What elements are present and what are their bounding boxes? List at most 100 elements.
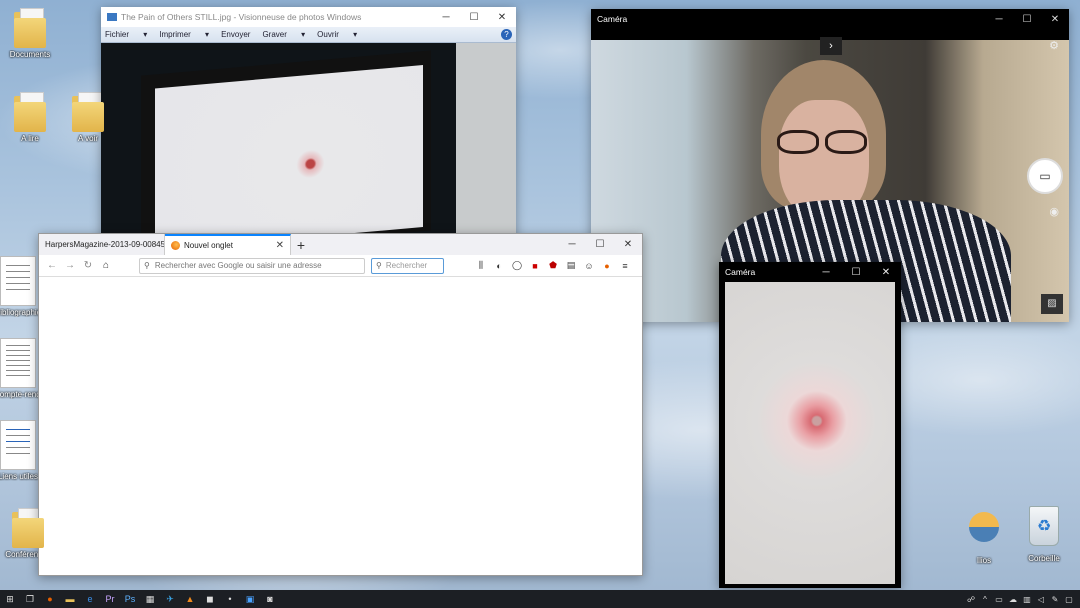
tracker-blocker-icon[interactable]: ◯ (508, 260, 526, 271)
firefox-account-icon[interactable]: ● (598, 261, 616, 271)
gallery-icon[interactable]: ▨ (1041, 294, 1063, 314)
people-icon[interactable]: ☍ (964, 595, 978, 604)
desktop-icon-liens-utiles[interactable]: Liens utiles (0, 420, 42, 481)
taskbar-photoshop-icon[interactable]: Ps (120, 590, 140, 608)
minimize-icon[interactable]: ─ (558, 234, 586, 255)
photo-viewer-window[interactable]: The Pain of Others STILL.jpg - Visionneu… (101, 7, 516, 242)
account-icon[interactable]: ☺ (580, 261, 598, 271)
search-input[interactable]: ⚲ Rechercher (371, 257, 444, 274)
desktop-icon-label: Documents (9, 50, 51, 59)
photo-viewer-titlebar[interactable]: The Pain of Others STILL.jpg - Visionneu… (101, 7, 516, 27)
tab-harpers[interactable]: HarpersMagazine-2013-09-008456 ✕ (39, 234, 165, 255)
menu-fichier[interactable]: Fichier ▾ (105, 30, 147, 39)
settings-gear-icon[interactable]: ⚙ (1049, 39, 1059, 52)
minimize-icon[interactable]: ─ (811, 262, 841, 282)
folder-icon (14, 8, 46, 48)
taskbar-vlc-icon[interactable]: ▲ (180, 590, 200, 608)
tray-volume-icon[interactable]: ◁ (1034, 595, 1048, 604)
close-icon[interactable]: ✕ (488, 7, 516, 27)
home-icon[interactable]: ⌂ (97, 260, 115, 271)
tray-pen-icon[interactable]: ✎ (1048, 595, 1062, 604)
notification-icon[interactable]: ▢ (1062, 595, 1076, 604)
desktop-icon-corbeille[interactable]: ♻ Corbeille (1016, 506, 1072, 563)
close-icon[interactable]: ✕ (614, 234, 642, 255)
browser-window[interactable]: HarpersMagazine-2013-09-008456 ✕ Nouvel … (38, 233, 643, 576)
camera-main-titlebar[interactable]: Caméra ─ ☐ ✕ (591, 9, 1069, 29)
maximize-icon[interactable]: ☐ (586, 234, 614, 255)
maximize-icon[interactable]: ☐ (1013, 9, 1041, 29)
app-shortcut-icon (969, 512, 999, 542)
maximize-icon[interactable]: ☐ (460, 7, 488, 27)
chevron-right-icon[interactable]: › (820, 37, 842, 55)
taskbar-photos-icon[interactable]: ▣ (240, 590, 260, 608)
desktop-icon-label: Bibliographie (0, 308, 42, 317)
desktop-icon-documents[interactable]: Documents (2, 8, 58, 59)
desktop-icon-label: A lire (21, 134, 39, 143)
tray-onedrive-icon[interactable]: ☁ (1006, 595, 1020, 604)
tab-label: HarpersMagazine-2013-09-008456 (45, 240, 165, 249)
tab-new[interactable]: Nouvel onglet ✕ (165, 234, 291, 255)
taskbar-premiere-icon[interactable]: Pr (100, 590, 120, 608)
start-windows-icon[interactable]: ⊞ (0, 590, 20, 608)
desktop-icon-label: Liens utiles (0, 472, 39, 481)
minimize-icon[interactable]: ─ (985, 9, 1013, 29)
taskbar-app-icon[interactable]: ◼ (200, 590, 220, 608)
close-icon[interactable]: ✕ (276, 240, 284, 251)
taskbar-edge-icon[interactable]: e (80, 590, 100, 608)
folder-icon (14, 92, 46, 132)
close-icon[interactable]: ✕ (1041, 9, 1069, 29)
maximize-icon[interactable]: ☐ (841, 262, 871, 282)
forward-arrow-icon[interactable]: → (61, 260, 79, 271)
photo-monitor (141, 50, 431, 242)
photo-viewer-title: The Pain of Others STILL.jpg - Visionneu… (121, 12, 362, 22)
menu-hamburger-icon[interactable]: ≡ (616, 261, 634, 271)
desktop-icon-label: Compte-rendu réunion 15 oct (0, 390, 42, 399)
tray-chevron-up-icon[interactable]: ^ (978, 595, 992, 604)
taskbar-firefox-icon[interactable]: ● (40, 590, 60, 608)
desktop-icon-bibliographie[interactable]: Bibliographie (0, 256, 42, 317)
desktop-icon-ilios[interactable]: Ilios (956, 512, 1012, 565)
minimize-icon[interactable]: ─ (432, 7, 460, 27)
video-camera-icon: ▭ (1039, 169, 1051, 183)
reload-icon[interactable]: ↻ (79, 260, 97, 271)
firefox-icon (171, 241, 180, 250)
ublock-icon[interactable]: ⬟ (544, 260, 562, 271)
taskbar-telegram-icon[interactable]: ✈ (160, 590, 180, 608)
menu-envoyer[interactable]: Envoyer (221, 30, 250, 39)
video-capture-button[interactable]: ▭ (1027, 158, 1063, 194)
url-bar[interactable]: ⚲ Rechercher avec Google ou saisir une a… (139, 257, 365, 274)
document-thumbnail-icon (0, 256, 36, 306)
new-tab-button[interactable]: + (291, 234, 311, 255)
help-icon[interactable]: ? (501, 29, 512, 40)
taskbar-camera-icon[interactable]: ◙ (260, 590, 280, 608)
extension-icon[interactable]: ◐ (490, 261, 508, 271)
task-view-icon[interactable]: ❐ (20, 590, 40, 608)
taskbar-film-icon[interactable]: ▦ (140, 590, 160, 608)
back-arrow-icon[interactable]: ← (43, 260, 61, 271)
library-icon[interactable]: ⫼ (472, 260, 490, 271)
menu-ouvrir[interactable]: Ouvrir ▾ (317, 30, 357, 39)
taskbar-explorer-icon[interactable]: ▬ (60, 590, 80, 608)
photo-mode-icon[interactable]: ◉ (1049, 205, 1059, 218)
adblock-icon[interactable]: ■ (526, 261, 544, 271)
reader-view-icon[interactable]: ▤ (562, 260, 580, 271)
desktop-icon-label: Corbeille (1028, 554, 1060, 563)
menu-imprimer[interactable]: Imprimer ▾ (159, 30, 209, 39)
close-icon[interactable]: ✕ (871, 262, 901, 282)
camera-window-small[interactable]: Caméra ─ ☐ ✕ (719, 262, 901, 588)
taskbar-dot-icon[interactable]: • (220, 590, 240, 608)
camera-main-title: Caméra (597, 14, 628, 24)
browser-tabstrip: HarpersMagazine-2013-09-008456 ✕ Nouvel … (39, 234, 642, 255)
search-placeholder: Rechercher (385, 261, 428, 270)
tray-network-icon[interactable]: ▥ (1020, 595, 1034, 604)
menu-graver[interactable]: Graver ▾ (262, 30, 305, 39)
tray-app-icon[interactable]: ▭ (992, 595, 1006, 604)
tab-label: Nouvel onglet (184, 241, 233, 250)
camera-small-titlebar[interactable]: Caméra ─ ☐ ✕ (719, 262, 901, 282)
desktop-icon-a-lire[interactable]: A lire (2, 92, 58, 143)
document-thumbnail-icon (0, 338, 36, 388)
url-placeholder: Rechercher avec Google ou saisir une adr… (154, 261, 322, 270)
folder-vlc-icon (72, 92, 104, 132)
desktop-icon-compte-rendu[interactable]: Compte-rendu réunion 15 oct (0, 338, 42, 399)
browser-content-area[interactable] (39, 277, 642, 575)
